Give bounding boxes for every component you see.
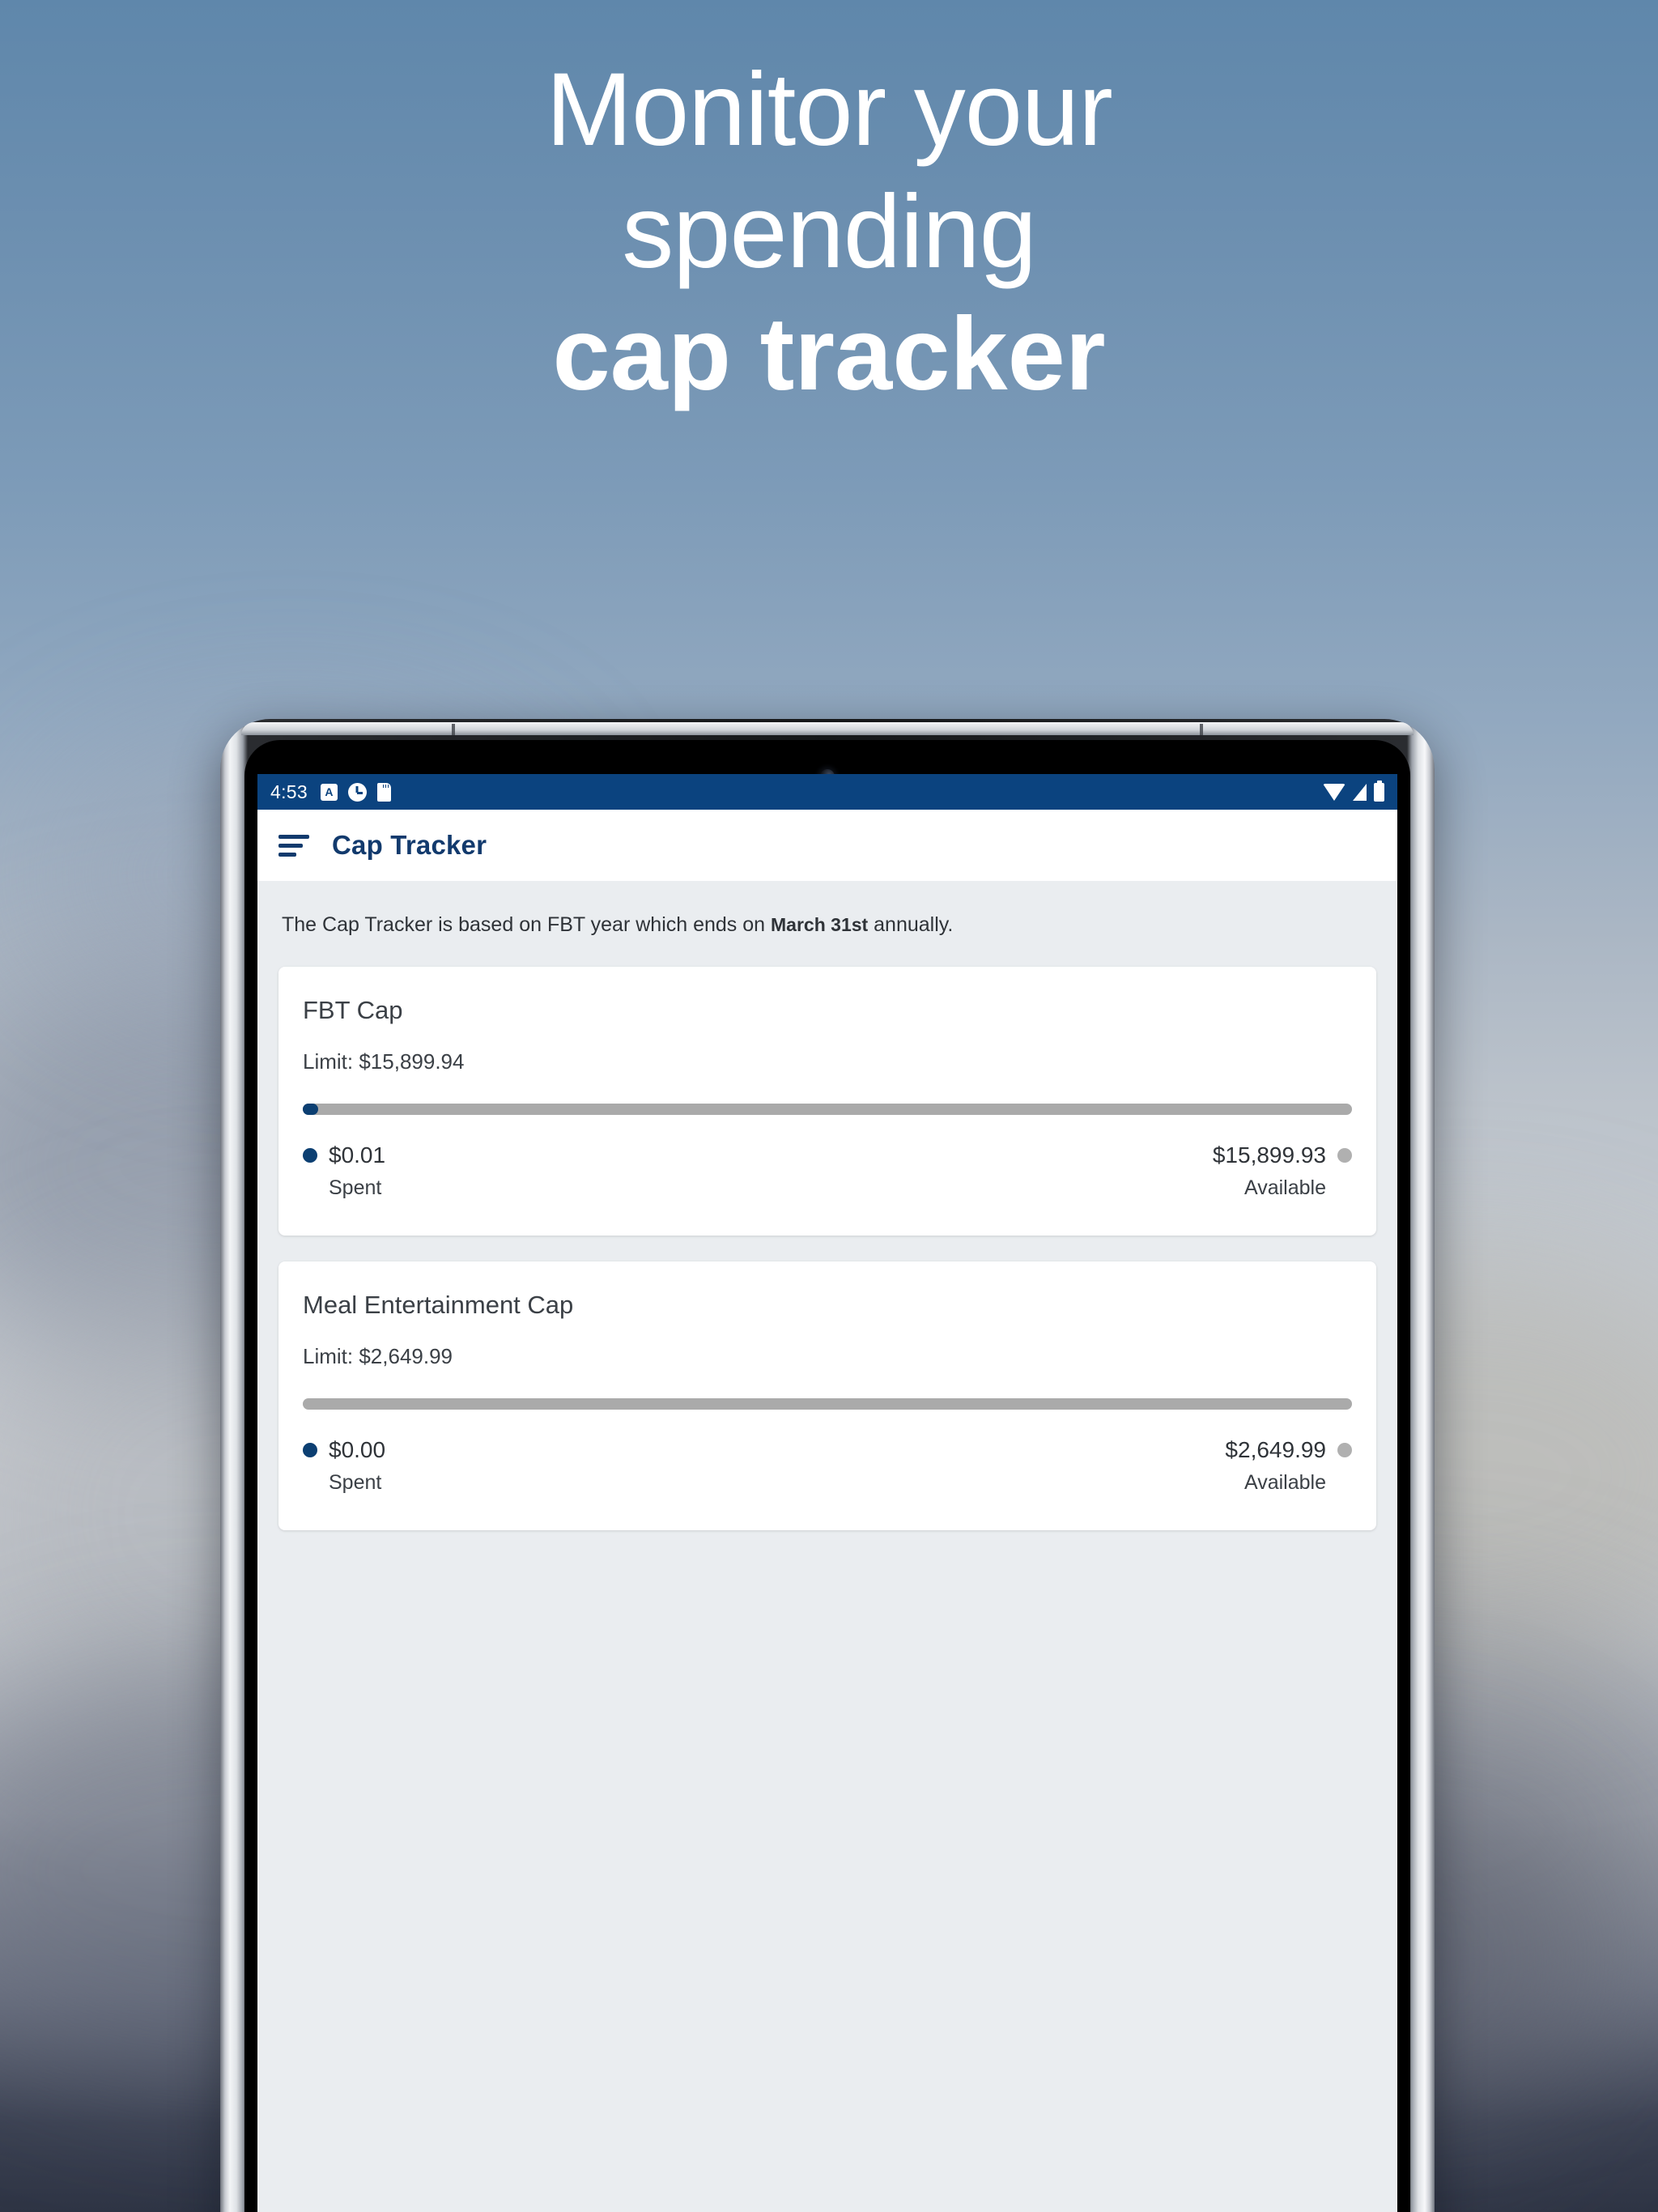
sd-card-icon [376, 782, 391, 802]
status-bar-notification-icons: A [320, 782, 391, 802]
cap-legend-available: $15,899.93 Available [1213, 1142, 1352, 1200]
page-title: Cap Tracker [332, 830, 487, 860]
spent-amount: $0.01 [329, 1142, 386, 1168]
screen-content: The Cap Tracker is based on FBT year whi… [257, 881, 1397, 2212]
cap-legend-spent: $0.00 Spent [303, 1437, 385, 1495]
info-note-prefix: The Cap Tracker is based on FBT year whi… [282, 913, 772, 936]
cap-card-title: Meal Entertainment Cap [303, 1290, 574, 1319]
info-note-date: March 31st [771, 914, 869, 935]
cap-card-fbt[interactable]: FBT Cap Limit: $15,899.94 $0.01 Spent $1… [278, 966, 1376, 1236]
app-bar: Cap Tracker [257, 810, 1397, 881]
cap-legend-available-row: $15,899.93 [1213, 1142, 1352, 1168]
phone-antenna-line [1200, 724, 1203, 735]
cap-progress-track [303, 1103, 1352, 1115]
wifi-icon [1323, 783, 1346, 801]
available-dot-icon [1337, 1147, 1352, 1163]
cap-progress-fill [303, 1103, 319, 1115]
cap-legend-spent-row: $0.00 [303, 1437, 385, 1463]
battery-icon [1374, 782, 1384, 802]
cap-card-title: FBT Cap [303, 995, 403, 1024]
spent-amount: $0.00 [329, 1436, 386, 1462]
spent-dot-icon [303, 1442, 317, 1457]
available-label: Available [1244, 1176, 1326, 1199]
cap-legend-spent: $0.01 Spent [303, 1142, 385, 1200]
phone-frame-gloss [241, 722, 1414, 735]
available-dot-icon [1337, 1442, 1352, 1457]
spent-label: Spent [329, 1470, 382, 1494]
promo-headline-line-3: cap tracker [552, 296, 1106, 413]
status-bar: 4:53 A [257, 774, 1397, 810]
phone-antenna-line [452, 724, 455, 735]
cap-progress-track [303, 1397, 1352, 1410]
cap-card-limit: Limit: $2,649.99 [303, 1343, 453, 1368]
spent-label: Spent [329, 1176, 382, 1199]
available-label: Available [1244, 1470, 1326, 1494]
status-bar-time: 4:53 [270, 781, 308, 802]
app-badge-a-icon: A [320, 783, 338, 801]
promo-headline-line-2: spending [622, 174, 1037, 291]
cap-legend: $0.00 Spent $2,649.99 Available [303, 1437, 1352, 1495]
info-note-suffix: annually. [868, 913, 954, 936]
status-bar-system-icons [1323, 782, 1384, 802]
clock-circle-icon [347, 782, 367, 802]
cap-card-meal-entertainment[interactable]: Meal Entertainment Cap Limit: $2,649.99 … [278, 1261, 1376, 1530]
cap-card-limit: Limit: $15,899.94 [303, 1049, 465, 1074]
phone-device-mockup: 4:53 A Cap Tracker The Cap Tracker is ba… [220, 719, 1435, 2212]
fbt-year-info-note: The Cap Tracker is based on FBT year whi… [257, 881, 1397, 967]
cap-legend: $0.01 Spent $15,899.93 Available [303, 1142, 1352, 1200]
phone-screen: 4:53 A Cap Tracker The Cap Tracker is ba… [257, 774, 1397, 2212]
cap-legend-available: $2,649.99 Available [1225, 1437, 1352, 1495]
promo-headline: Monitor your spending cap tracker [0, 49, 1658, 415]
promo-headline-line-1: Monitor your [546, 52, 1112, 168]
signal-icon [1353, 783, 1367, 801]
available-amount: $15,899.93 [1212, 1142, 1326, 1168]
cap-legend-available-row: $2,649.99 [1225, 1437, 1352, 1463]
spent-dot-icon [303, 1147, 317, 1163]
available-amount: $2,649.99 [1225, 1436, 1326, 1462]
cap-legend-spent-row: $0.01 [303, 1142, 385, 1168]
promo-screenshot-stage: Monitor your spending cap tracker 4:53 A [0, 0, 1658, 2212]
hamburger-menu-icon[interactable] [278, 834, 309, 857]
